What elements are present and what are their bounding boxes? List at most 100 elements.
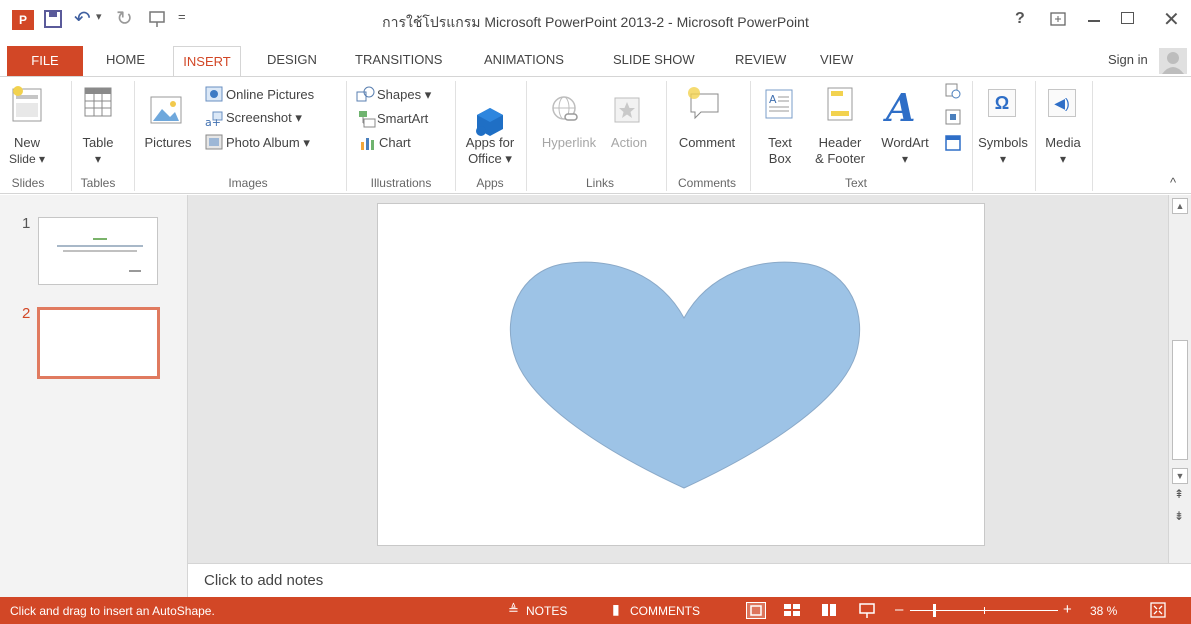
chart-icon[interactable] (360, 136, 376, 155)
group-separator (1035, 81, 1036, 191)
text-box-icon[interactable]: A (765, 89, 793, 124)
media-icon[interactable]: ◀) (1048, 89, 1076, 117)
fit-slide-to-window-icon[interactable] (1150, 602, 1166, 621)
scroll-up-button[interactable]: ▲ (1172, 198, 1188, 214)
group-label-comments: Comments (677, 176, 736, 190)
tab-review[interactable]: REVIEW (735, 52, 786, 67)
minimize-icon[interactable] (1088, 20, 1100, 22)
object-icon[interactable] (945, 135, 961, 156)
smartart-button[interactable]: SmartArt (377, 111, 428, 126)
collapse-ribbon-icon[interactable]: ^ (1170, 175, 1176, 190)
smartart-icon[interactable] (358, 110, 376, 133)
header-footer-icon[interactable] (827, 87, 853, 126)
next-slide-button[interactable]: ⇟ (1174, 509, 1184, 523)
maximize-icon[interactable] (1121, 12, 1134, 24)
scroll-thumb[interactable] (1172, 340, 1188, 460)
new-slide-button[interactable]: New Slide ▾ (6, 135, 48, 167)
pictures-button[interactable]: Pictures (142, 135, 194, 151)
table-icon[interactable] (84, 87, 112, 122)
zoom-slider[interactable] (910, 604, 1058, 617)
online-pictures-icon[interactable] (205, 86, 223, 107)
slide-thumbnail-selected[interactable] (37, 307, 160, 379)
slide-thumbnail[interactable] (38, 217, 158, 285)
new-slide-icon[interactable] (12, 85, 42, 128)
group-label-slides: Slides (11, 176, 45, 190)
tab-file[interactable]: FILE (7, 46, 83, 76)
media-dropdown-label: ▾ (1059, 152, 1067, 166)
status-bar: Click and drag to insert an AutoShape. ≜… (0, 597, 1191, 624)
ribbon-display-options-icon[interactable] (1050, 12, 1066, 31)
action-icon[interactable] (614, 97, 640, 128)
group-separator (750, 81, 751, 191)
user-avatar-icon[interactable] (1159, 48, 1187, 74)
group-separator (346, 81, 347, 191)
symbols-button[interactable]: Symbols ▾ (972, 135, 1034, 167)
group-label-links: Links (585, 176, 614, 190)
window-title: การใช้โปรแกรม Microsoft PowerPoint 2013-… (382, 14, 809, 30)
apps-for-office-button[interactable]: Apps for Office ▾ (460, 135, 520, 167)
wordart-icon[interactable]: A (886, 85, 915, 130)
tab-animations[interactable]: ANIMATIONS (484, 52, 564, 67)
tab-slide-show[interactable]: SLIDE SHOW (613, 52, 695, 67)
tab-transitions[interactable]: TRANSITIONS (355, 52, 442, 67)
notes-toggle-button[interactable]: NOTES (526, 604, 567, 618)
media-label: Media (1045, 135, 1081, 150)
online-pictures-button[interactable]: Online Pictures (226, 87, 314, 102)
slide-canvas[interactable] (377, 203, 985, 546)
text-box-label-2: Box (768, 151, 792, 166)
hyperlink-button[interactable]: Hyperlink (536, 135, 602, 151)
reading-view-icon[interactable] (820, 603, 838, 620)
table-button[interactable]: Table ▾ (76, 135, 120, 167)
text-box-button[interactable]: Text Box (758, 135, 802, 167)
previous-slide-button[interactable]: ⇞ (1174, 487, 1184, 501)
screenshot-button[interactable]: Screenshot ▾ (226, 110, 302, 126)
normal-view-icon[interactable] (746, 602, 766, 619)
zoom-out-button[interactable]: – (895, 601, 903, 618)
date-time-icon[interactable] (945, 83, 961, 104)
symbols-label: Symbols (978, 135, 1028, 150)
header-footer-button[interactable]: Header & Footer (808, 135, 872, 167)
thumbnail-title-mark (93, 238, 107, 240)
wordart-button[interactable]: WordArt ▾ (874, 135, 936, 167)
shapes-icon[interactable] (356, 86, 376, 107)
tab-insert[interactable]: INSERT (173, 46, 241, 77)
chart-button[interactable]: Chart (379, 135, 411, 150)
text-box-label: Text (768, 135, 792, 150)
comments-toggle-button[interactable]: COMMENTS (630, 604, 700, 618)
apps-for-office-dropdown-label: Office ▾ (468, 151, 512, 166)
comments-toggle-icon[interactable]: ▮ (612, 601, 620, 618)
group-label-text: Text (844, 176, 867, 190)
vertical-scrollbar[interactable]: ▲ ▼ ⇞ ⇟ (1168, 195, 1191, 563)
slide-sorter-view-icon[interactable] (783, 603, 801, 620)
symbols-icon[interactable]: Ω (988, 89, 1016, 117)
tab-view[interactable]: VIEW (820, 52, 853, 67)
notes-placeholder[interactable]: Click to add notes (204, 572, 323, 589)
photo-album-icon[interactable] (205, 134, 223, 155)
notes-toggle-icon[interactable]: ≜ (508, 602, 519, 618)
table-label: Table (82, 135, 114, 150)
hyperlink-icon[interactable] (551, 95, 581, 130)
help-icon[interactable]: ? (1015, 10, 1025, 28)
action-button[interactable]: Action (604, 135, 654, 151)
zoom-in-button[interactable]: + (1063, 601, 1072, 618)
scroll-down-button[interactable]: ▼ (1172, 468, 1188, 484)
comment-button[interactable]: Comment (670, 135, 744, 151)
shapes-button[interactable]: Shapes ▾ (377, 87, 431, 103)
slide-show-view-icon[interactable] (858, 603, 876, 622)
tab-design[interactable]: DESIGN (267, 52, 317, 67)
svg-text:A: A (769, 93, 777, 106)
zoom-level[interactable]: 38 % (1090, 604, 1117, 618)
pictures-icon[interactable] (150, 95, 182, 130)
zoom-slider-thumb[interactable] (933, 604, 936, 617)
photo-album-button[interactable]: Photo Album ▾ (226, 135, 310, 151)
thumbnail-text-mark (57, 245, 143, 247)
slide-number-icon[interactable] (945, 109, 961, 130)
close-icon[interactable]: ✕ (1163, 7, 1180, 32)
media-button[interactable]: Media ▾ (1038, 135, 1088, 167)
screenshot-icon[interactable]: a+ (205, 111, 223, 132)
heart-shape[interactable] (378, 204, 986, 547)
comment-icon[interactable] (687, 86, 721, 125)
notes-pane[interactable]: Click to add notes (188, 563, 1191, 597)
sign-in-link[interactable]: Sign in (1108, 52, 1148, 67)
tab-home[interactable]: HOME (106, 52, 145, 67)
